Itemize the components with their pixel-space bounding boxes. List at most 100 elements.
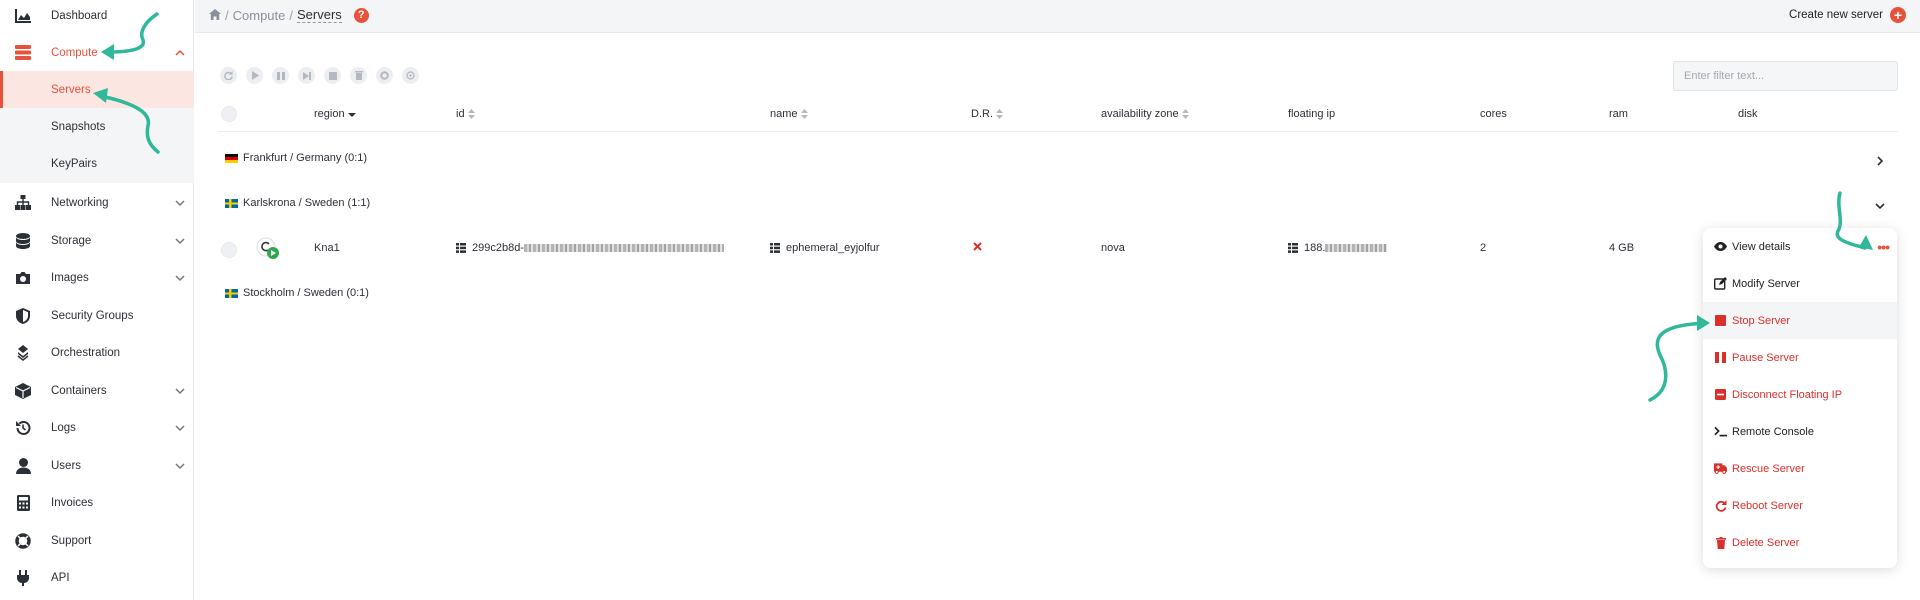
sidebar-item-support[interactable]: Support [0, 522, 194, 559]
help-icon[interactable]: ? [353, 7, 369, 23]
trash-icon[interactable] [350, 67, 367, 84]
database-icon [14, 232, 32, 250]
chevron-down-icon [175, 462, 185, 469]
annotation-arrows [93, 12, 1873, 402]
home-icon[interactable] [209, 8, 221, 23]
sidebar-item-networking[interactable]: Networking [0, 184, 194, 221]
server-name[interactable]: Kna1 [314, 242, 340, 254]
sidebar-item-compute[interactable]: Compute [0, 34, 194, 71]
menu-stop-server[interactable]: Stop Server [1703, 302, 1897, 339]
region-group-karlskrona[interactable]: Karlskrona / Sweden (1:1) [225, 197, 370, 209]
region-group-frankfurt[interactable]: Frankfurt / Germany (0:1) [225, 152, 367, 164]
menu-modify-server[interactable]: Modify Server [1703, 265, 1897, 302]
germany-flag-icon [225, 153, 238, 163]
sidebar-item-servers[interactable]: Servers [0, 71, 194, 108]
row-checkbox[interactable] [221, 242, 237, 258]
header-divider [218, 131, 1898, 132]
sort-icon [1181, 109, 1189, 119]
column-region[interactable]: region [314, 108, 356, 120]
edit-icon [1714, 277, 1727, 290]
table-icon [1288, 243, 1298, 253]
server-zone: nova [1101, 242, 1125, 254]
sidebar-item-storage[interactable]: Storage [0, 222, 194, 259]
sort-icon [996, 109, 1003, 119]
pause-icon[interactable] [272, 67, 289, 84]
sidebar-item-snapshots[interactable]: Snapshots [0, 108, 194, 145]
chart-area-icon [14, 7, 32, 25]
region-group-stockholm[interactable]: Stockholm / Sweden (0:1) [225, 287, 369, 299]
cube-icon [14, 382, 32, 400]
sort-icon [467, 109, 475, 119]
select-all-checkbox[interactable] [221, 106, 237, 122]
sidebar: Dashboard Compute Servers Snapshots KeyP… [0, 0, 194, 600]
server-ram: 4 GB [1609, 242, 1635, 254]
plus-circle-icon: + [1890, 7, 1906, 23]
dr-status-x-icon [973, 242, 982, 251]
table-icon [770, 243, 780, 253]
menu-disconnect-floating-ip[interactable]: Disconnect Floating IP [1703, 376, 1897, 413]
calculator-icon [14, 494, 32, 512]
chevron-down-icon [175, 237, 185, 244]
trash-icon [1714, 536, 1727, 549]
sidebar-item-security-groups[interactable]: Security Groups [0, 297, 194, 334]
more-options-icon[interactable]: ••• [1877, 239, 1890, 255]
sweden-flag-icon [225, 198, 238, 208]
server-floating-ip[interactable]: 188. [1288, 242, 1388, 254]
menu-rescue-server[interactable]: Rescue Server [1703, 450, 1897, 487]
minus-square-icon [1714, 388, 1727, 401]
sort-desc-icon [347, 113, 356, 117]
redacted-text [1325, 244, 1388, 252]
column-name[interactable]: name [770, 108, 808, 120]
server-cores: 2 [1480, 242, 1487, 254]
server-id[interactable]: 299c2b8d- [456, 242, 724, 254]
sitemap-icon [14, 194, 32, 212]
sidebar-item-images[interactable]: Images [0, 259, 194, 296]
chevron-down-icon[interactable] [1875, 201, 1885, 211]
sidebar-item-users[interactable]: Users [0, 447, 194, 484]
redacted-text [524, 244, 724, 252]
camera-icon [14, 269, 32, 287]
sweden-flag-icon [225, 288, 238, 298]
crosshair-icon[interactable] [402, 67, 419, 84]
server-instance-name[interactable]: ephemeral_eyjolfur [770, 242, 880, 254]
column-floating-ip: floating ip [1288, 108, 1336, 120]
step-forward-icon[interactable] [298, 67, 315, 84]
user-icon [14, 457, 32, 475]
breadcrumb-compute[interactable]: Compute [233, 8, 286, 23]
create-server-button[interactable]: Create new server + [1789, 7, 1906, 23]
orchestration-icon [14, 344, 32, 362]
filter-input[interactable] [1673, 61, 1898, 91]
sidebar-item-containers[interactable]: Containers [0, 372, 194, 409]
menu-view-details[interactable]: View details ••• [1703, 228, 1897, 265]
arrow-to-stop-server [1648, 321, 1708, 402]
chevron-down-icon [175, 424, 185, 431]
column-cores: cores [1480, 108, 1507, 120]
menu-remote-console[interactable]: Remote Console [1703, 413, 1897, 450]
stop-icon[interactable] [324, 67, 341, 84]
terminal-icon [1714, 425, 1727, 438]
column-dr[interactable]: D.R. [971, 108, 1003, 120]
play-icon[interactable] [246, 67, 263, 84]
sidebar-item-orchestration[interactable]: Orchestration [0, 334, 194, 371]
menu-delete-server[interactable]: Delete Server [1703, 524, 1897, 561]
column-availability-zone[interactable]: availability zone [1101, 108, 1189, 120]
sidebar-item-logs[interactable]: Logs [0, 409, 194, 446]
sidebar-item-invoices[interactable]: Invoices [0, 484, 194, 521]
sort-icon [800, 109, 808, 119]
sidebar-item-dashboard[interactable]: Dashboard [0, 0, 194, 34]
chevron-right-icon[interactable] [1875, 156, 1885, 166]
top-bar: / Compute / Servers ? Create new server … [195, 0, 1920, 33]
menu-reboot-server[interactable]: Reboot Server [1703, 487, 1897, 524]
column-id[interactable]: id [456, 108, 475, 120]
lifebuoy-icon[interactable] [376, 67, 393, 84]
menu-pause-server[interactable]: Pause Server [1703, 339, 1897, 376]
sidebar-item-keypairs[interactable]: KeyPairs [0, 145, 194, 182]
debian-os-icon [256, 237, 280, 261]
sidebar-item-api[interactable]: API [0, 559, 194, 596]
breadcrumb: / Compute / Servers ? [209, 7, 369, 23]
server-icon [14, 44, 32, 62]
refresh-icon[interactable] [220, 67, 237, 84]
chevron-down-icon [175, 199, 185, 206]
eye-icon [1714, 240, 1727, 253]
chevron-up-icon [175, 49, 185, 56]
